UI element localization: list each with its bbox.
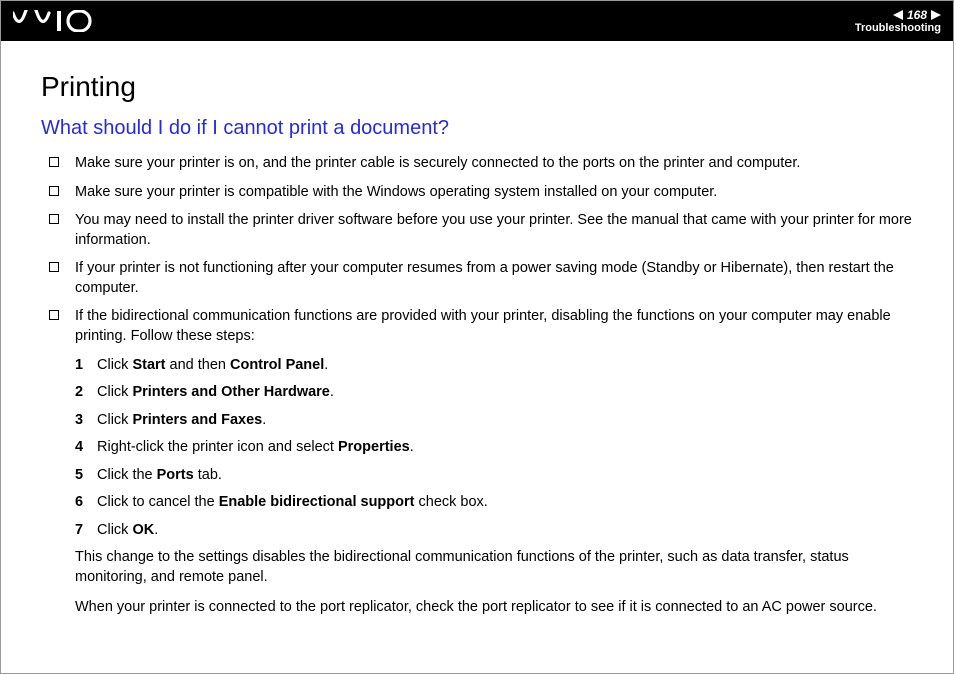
steps-list: 1Click Start and then Control Panel. 2Cl…	[41, 356, 913, 541]
bullet-item: You may need to install the printer driv…	[49, 211, 913, 250]
bullet-list: Make sure your printer is on, and the pr…	[41, 154, 913, 347]
step-item: 2Click Printers and Other Hardware.	[75, 383, 913, 403]
closing-paragraph: When your printer is connected to the po…	[41, 598, 913, 618]
bullet-item: Make sure your printer is compatible wit…	[49, 183, 913, 203]
bullet-item: Make sure your printer is on, and the pr…	[49, 154, 913, 174]
step-item: 6Click to cancel the Enable bidirectiona…	[75, 493, 913, 513]
bullet-item: If your printer is not functioning after…	[49, 259, 913, 298]
header-bar: 168 Troubleshooting	[1, 1, 953, 41]
content-area: Printing What should I do if I cannot pr…	[1, 41, 953, 617]
step-item: 5Click the Ports tab.	[75, 466, 913, 486]
closing-paragraph: This change to the settings disables the…	[41, 548, 913, 587]
vaio-logo	[13, 10, 103, 32]
step-item: 3Click Printers and Faxes.	[75, 411, 913, 431]
square-bullet-icon	[49, 310, 59, 320]
bullet-item: If the bidirectional communication funct…	[49, 307, 913, 346]
header-right: 168 Troubleshooting	[855, 8, 941, 34]
page-number: 168	[907, 8, 927, 22]
nav-next-icon[interactable]	[931, 10, 941, 20]
page-title: Printing	[41, 71, 913, 103]
nav-prev-icon[interactable]	[893, 10, 903, 20]
step-item: 7Click OK.	[75, 521, 913, 541]
square-bullet-icon	[49, 186, 59, 196]
square-bullet-icon	[49, 262, 59, 272]
square-bullet-icon	[49, 157, 59, 167]
square-bullet-icon	[49, 214, 59, 224]
step-item: 1Click Start and then Control Panel.	[75, 356, 913, 376]
step-item: 4Right-click the printer icon and select…	[75, 438, 913, 458]
section-label: Troubleshooting	[855, 22, 941, 34]
page-subtitle: What should I do if I cannot print a doc…	[41, 117, 913, 140]
